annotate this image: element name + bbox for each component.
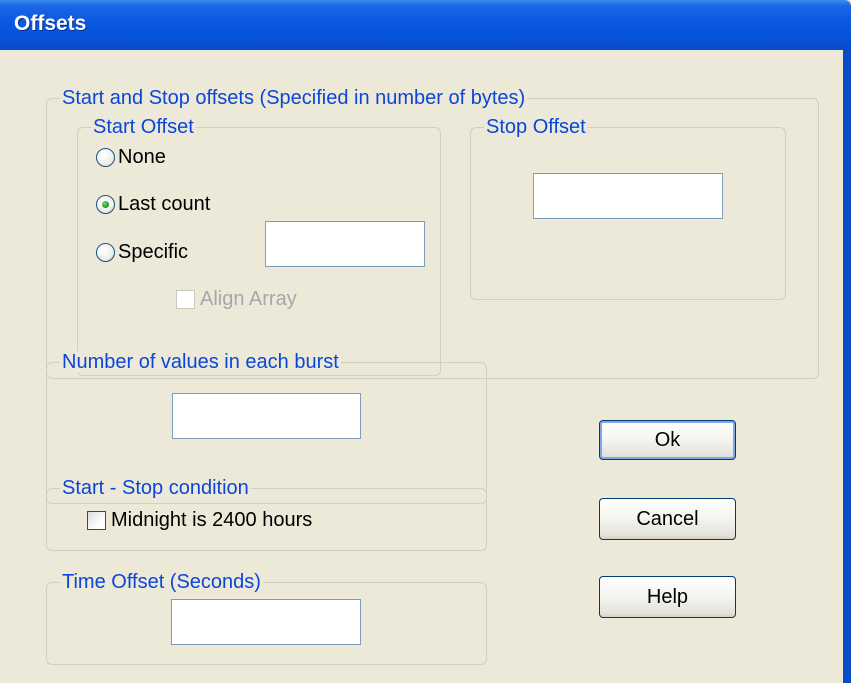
radio-specific-label[interactable]: Specific [118,241,188,263]
burst-group-label: Number of values in each burst [60,351,341,373]
window-frame-right [843,50,851,683]
title-bar[interactable]: Offsets [0,0,851,50]
cancel-button[interactable]: Cancel [599,498,736,540]
offsets-dialog: Offsets Start and Stop offsets (Specifie… [0,0,851,683]
midnight-2400-label[interactable]: Midnight is 2400 hours [111,509,312,531]
window-title: Offsets [14,12,87,35]
help-button[interactable]: Help [599,576,736,618]
align-array-label: Align Array [200,288,297,310]
radio-none[interactable] [96,148,115,167]
align-array-checkbox[interactable] [176,290,195,309]
stop-offset-group-label: Stop Offset [484,116,588,138]
time-offset-group-label: Time Offset (Seconds) [60,571,263,593]
midnight-2400-checkbox[interactable] [87,511,106,530]
start-stop-offsets-group-label: Start and Stop offsets (Specified in num… [60,87,528,109]
radio-specific[interactable] [96,243,115,262]
radio-last-count-label[interactable]: Last count [118,193,210,215]
start-stop-condition-group-label: Start - Stop condition [60,477,251,499]
time-offset-input[interactable] [171,599,361,645]
radio-none-label[interactable]: None [118,146,166,168]
ok-button[interactable]: Ok [599,420,736,460]
start-offset-group-label: Start Offset [91,116,196,138]
dialog-client-area: Start and Stop offsets (Specified in num… [0,50,843,683]
radio-selected-dot [102,201,109,208]
stop-offset-input[interactable] [533,173,723,219]
radio-last-count[interactable] [96,195,115,214]
specific-offset-input[interactable] [265,221,425,267]
burst-values-input[interactable] [172,393,361,439]
